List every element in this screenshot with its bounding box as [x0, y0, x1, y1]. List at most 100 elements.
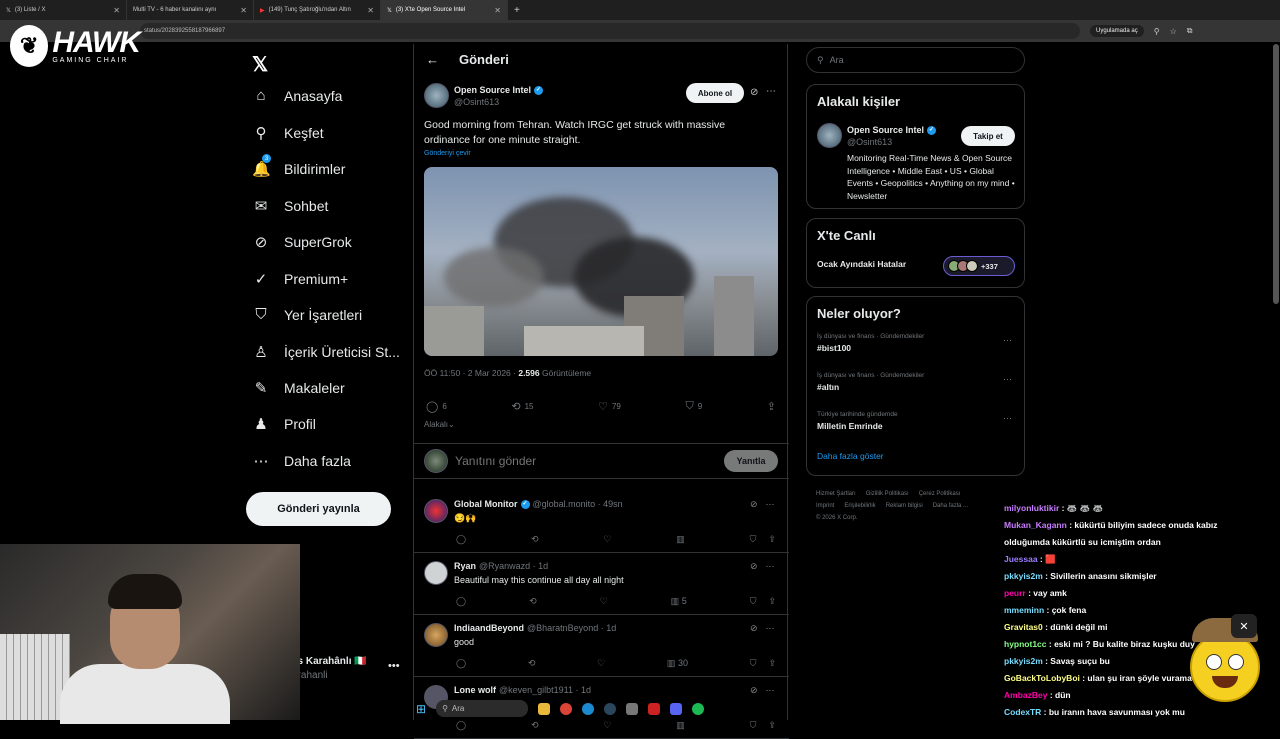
- follow-button[interactable]: Takip et: [961, 126, 1015, 146]
- grok-icon[interactable]: ⊘: [750, 623, 758, 634]
- views-action[interactable]: ▥ 30: [667, 658, 688, 669]
- post-button[interactable]: Gönderi yayınla: [246, 492, 391, 526]
- edge-icon[interactable]: [582, 702, 595, 715]
- more-icon[interactable]: ⋯: [766, 685, 775, 696]
- back-arrow-icon[interactable]: ←: [426, 52, 439, 67]
- author-name[interactable]: Open Source Intel ✓: [454, 85, 544, 95]
- account-switcher[interactable]: vs Karahânlı 🇮🇹 arahanli: [292, 656, 367, 681]
- live-item[interactable]: Ocak Ayındaki Hatalar: [817, 259, 906, 269]
- tweet-video[interactable]: [424, 167, 778, 356]
- reply-input[interactable]: [455, 454, 675, 468]
- browser-tab[interactable]: 𝕏 (3) Liste / X ✕: [0, 0, 127, 20]
- browser-tab[interactable]: ▶ (149) Tunç Şatıroğlu'ndan Altın ✕: [254, 0, 381, 20]
- app-icon[interactable]: [626, 702, 639, 715]
- account-more-icon[interactable]: •••: [388, 660, 400, 672]
- comment-icon[interactable]: ◯: [456, 596, 466, 607]
- footer-link[interactable]: Gizlilik Politikası: [866, 491, 909, 497]
- close-tab-icon[interactable]: ✕: [113, 6, 120, 15]
- avatar[interactable]: [424, 561, 448, 585]
- more-icon[interactable]: ⋯: [1003, 374, 1012, 385]
- reply-author[interactable]: IndiaandBeyond @BharatnBeyond · 1d: [454, 623, 616, 633]
- scrollbar[interactable]: [1273, 44, 1279, 304]
- reply-item[interactable]: Ryan @Ryanwazd · 1d Beautiful may this co…: [414, 553, 789, 615]
- footer-link[interactable]: Çerez Politikası: [919, 491, 961, 497]
- heart-icon[interactable]: ♡: [603, 720, 611, 731]
- repost-icon[interactable]: ⟲: [528, 658, 536, 669]
- repost-action[interactable]: ⟲ 15: [511, 400, 533, 413]
- share-icon[interactable]: ⇪: [768, 658, 776, 669]
- reply-author[interactable]: Global Monitor ✓ @global.monito · 49sn: [454, 499, 623, 509]
- more-icon[interactable]: ⋯: [1003, 335, 1012, 346]
- close-tab-icon[interactable]: ✕: [494, 6, 501, 15]
- reply-item[interactable]: IndiaandBeyond @BharatnBeyond · 1d good ⊘…: [414, 615, 789, 677]
- url-field[interactable]: status/2028392558187966897: [140, 23, 1080, 39]
- avatar[interactable]: [424, 83, 449, 108]
- related-name[interactable]: Open Source Intel ✓: [847, 125, 937, 135]
- sidebar-item-makaleler[interactable]: ✎ Makaleler: [252, 379, 345, 397]
- trend-item[interactable]: İş dünyası ve finans · Gündemdekiler #alt…: [817, 372, 1017, 392]
- comment-icon[interactable]: ◯: [456, 534, 466, 545]
- star-icon[interactable]: ☆: [1170, 27, 1177, 36]
- folder-icon[interactable]: [538, 702, 551, 715]
- show-more-link[interactable]: Daha fazla göster: [817, 451, 884, 461]
- bookmark-icon[interactable]: ⛉: [750, 534, 757, 545]
- sidebar-item-i-erik-reticisi-st[interactable]: ♙ İçerik Üreticisi St...: [252, 343, 400, 361]
- reply-item[interactable]: Global Monitor ✓ @global.monito · 49sn 😏🙌 …: [414, 491, 789, 553]
- footer-link[interactable]: Erişilebilirlik: [844, 503, 875, 509]
- heart-icon[interactable]: ♡: [603, 534, 611, 545]
- grok-icon[interactable]: ⊘: [750, 499, 758, 510]
- browser-tab[interactable]: Multi TV - 6 haber kanalını aynı ✕: [127, 0, 254, 20]
- like-action[interactable]: ♡ 79: [598, 400, 621, 413]
- subscribe-button[interactable]: Abone ol: [686, 83, 744, 103]
- repost-icon[interactable]: ⟲: [531, 534, 539, 545]
- sidebar-item-daha-fazla[interactable]: ⋯ Daha fazla: [252, 452, 351, 470]
- share-action[interactable]: ⇪: [767, 400, 776, 413]
- heart-icon[interactable]: ♡: [600, 596, 608, 607]
- comment-icon[interactable]: ◯: [456, 658, 466, 669]
- zoom-icon[interactable]: ⚲: [1154, 27, 1160, 36]
- share-icon[interactable]: ⇪: [768, 720, 776, 731]
- footer-link[interactable]: Hizmet Şartları: [816, 491, 856, 497]
- trend-item[interactable]: İş dünyası ve finans · Gündemdekiler #bis…: [817, 333, 1017, 353]
- new-tab-icon[interactable]: +: [514, 5, 520, 16]
- reply-button[interactable]: Yanıtla: [724, 450, 778, 472]
- steam-icon[interactable]: [604, 702, 617, 715]
- more-icon[interactable]: ⋯: [766, 561, 775, 572]
- translate-link[interactable]: Gönderiyi çevir: [424, 150, 471, 157]
- share-icon[interactable]: ⇪: [768, 596, 776, 607]
- sort-dropdown[interactable]: Alakalı⌄: [424, 420, 455, 429]
- more-icon[interactable]: ⋯: [766, 623, 775, 634]
- sidebar-item-supergrok[interactable]: ⊘ SuperGrok: [252, 233, 352, 251]
- live-participants[interactable]: +337: [943, 256, 1015, 276]
- avatar[interactable]: [817, 123, 842, 148]
- x-logo-icon[interactable]: 𝕏: [252, 52, 268, 77]
- more-icon[interactable]: ⋯: [1003, 413, 1012, 424]
- extensions-icon[interactable]: ⧉: [1187, 26, 1193, 36]
- avatar[interactable]: [424, 623, 448, 647]
- taskbar-search[interactable]: ⚲ Ara: [436, 700, 529, 717]
- heart-icon[interactable]: ♡: [597, 658, 605, 669]
- sidebar-item-sohbet[interactable]: ✉ Sohbet: [252, 197, 329, 215]
- sidebar-item-premium[interactable]: ✓ Premium+: [252, 270, 348, 288]
- sidebar-item-anasayfa[interactable]: ⌂ Anasayfa: [252, 87, 342, 104]
- sidebar-item-bildirimler[interactable]: 🔔 3 Bildirimler: [252, 154, 345, 178]
- close-tab-icon[interactable]: ✕: [240, 6, 247, 15]
- bookmark-icon[interactable]: ⛉: [750, 720, 757, 731]
- sidebar-item-yer-i-aretleri[interactable]: ⛉ Yer İşaretleri: [252, 306, 362, 323]
- reply-action[interactable]: ◯ 6: [426, 400, 447, 413]
- close-tab-icon[interactable]: ✕: [367, 6, 374, 15]
- comment-icon[interactable]: ◯: [456, 720, 466, 731]
- share-icon[interactable]: ⇪: [768, 534, 776, 545]
- trend-item[interactable]: Türkiye tarihinde gündemde Milletin Emrin…: [817, 411, 1017, 431]
- spotify-icon[interactable]: [692, 702, 705, 715]
- views-action[interactable]: ▥: [676, 534, 685, 545]
- close-overlay-icon[interactable]: ✕: [1231, 614, 1257, 638]
- footer-link[interactable]: Imprint: [816, 503, 834, 509]
- views-action[interactable]: ▥ 5: [671, 596, 687, 607]
- more-icon[interactable]: ⋯: [766, 499, 775, 510]
- footer-link[interactable]: Daha fazla ...: [933, 503, 968, 509]
- windows-start-icon[interactable]: ⊞: [416, 702, 426, 716]
- bookmark-icon[interactable]: ⛉: [750, 596, 757, 607]
- views-action[interactable]: ▥: [676, 720, 685, 731]
- search-box[interactable]: ⚲ Ara: [806, 47, 1025, 73]
